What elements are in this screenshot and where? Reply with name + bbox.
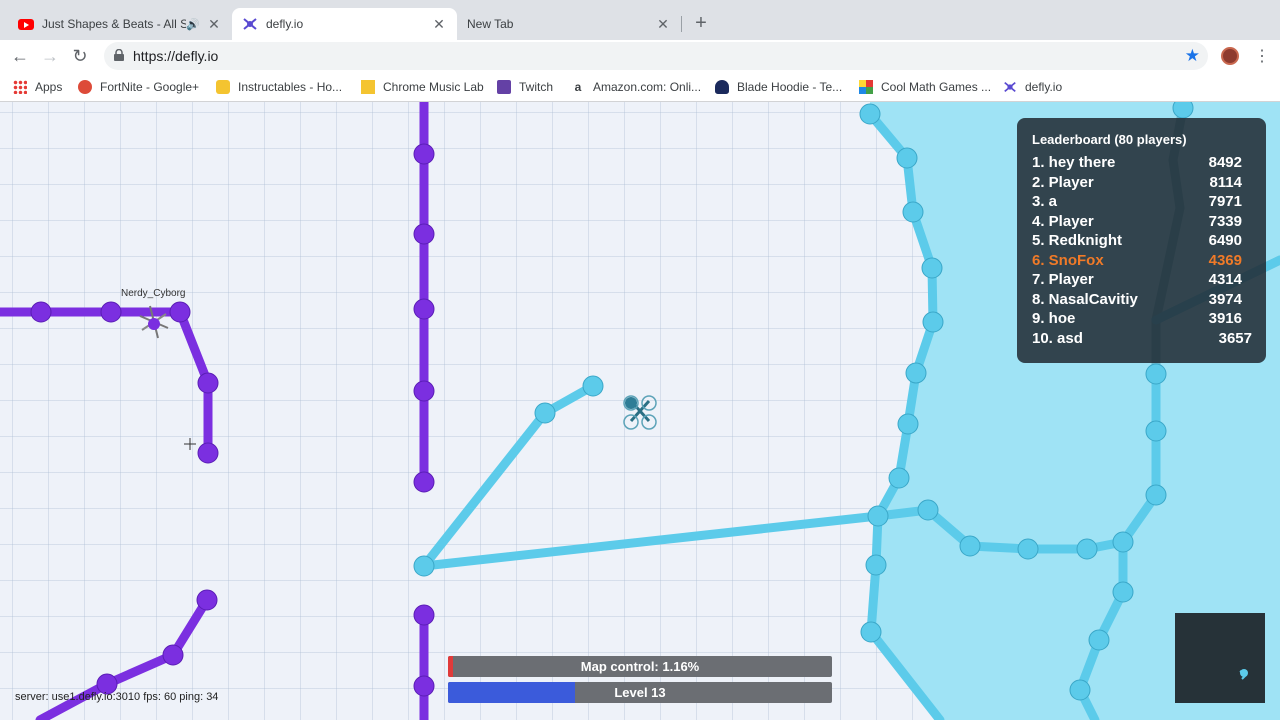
leaderboard-player-name: 9. hoe	[1032, 310, 1076, 327]
leaderboard-player-name: 7. Player	[1032, 271, 1094, 288]
tab-title: New Tab	[467, 17, 514, 31]
bookmark-twitch[interactable]: Twitch	[497, 78, 553, 96]
leaderboard-score: 7971	[1208, 193, 1242, 210]
leaderboard-player-name: 5. Redknight	[1032, 232, 1123, 249]
music-lab-icon	[361, 80, 375, 94]
bookmark-fortnite[interactable]: FortNite - Google+	[78, 78, 199, 96]
tab-just-shapes[interactable]: Just Shapes & Beats - All S 🔊 ✕	[8, 8, 232, 40]
bookmark-label: Twitch	[519, 80, 554, 94]
leaderboard-row: 7. Player 4314	[1032, 270, 1252, 290]
amazon-icon: a	[574, 80, 582, 94]
bookmark-label: Amazon.com: Onli...	[593, 80, 702, 94]
level-bar: Level 13	[448, 682, 832, 703]
close-icon[interactable]: ✕	[655, 16, 671, 33]
bookmark-defly[interactable]: defly.io	[1003, 78, 1062, 96]
bookmark-amazon[interactable]: a Amazon.com: Onli...	[571, 78, 701, 96]
speaker-icon[interactable]: 🔊	[186, 18, 200, 31]
leaderboard-row: 5. Redknight 6490	[1032, 231, 1252, 251]
bookmark-label: Blade Hoodie - Te...	[737, 80, 843, 94]
purple-walls	[0, 102, 429, 720]
leaderboard-row: 6. SnoFox 4369	[1032, 251, 1252, 271]
minimap-drone-icon	[1239, 669, 1248, 680]
bookmark-chrome-music-lab[interactable]: Chrome Music Lab	[361, 78, 484, 96]
bookmark-instructables[interactable]: Instructables - Ho...	[216, 78, 342, 96]
map-control-bar: Map control: 1.16%	[448, 656, 832, 677]
leaderboard-player-name: 3. a	[1032, 193, 1058, 210]
close-icon[interactable]: ✕	[431, 16, 447, 33]
bookmark-label: FortNite - Google+	[100, 80, 200, 94]
bookmark-label: defly.io	[1025, 80, 1063, 94]
leaderboard-player-name: 1. hey there	[1032, 154, 1116, 171]
bookmark-label: Apps	[35, 80, 63, 94]
reload-icon[interactable]: ↻	[68, 44, 92, 68]
map-control-label: Map control: 1.16%	[580, 659, 700, 674]
leaderboard-title: Leaderboard (80 players)	[1032, 132, 1187, 147]
leaderboard-score: 7339	[1208, 212, 1242, 230]
leaderboard: Leaderboard (80 players) 1. hey there 849…	[1017, 118, 1266, 363]
crosshair-cursor-icon	[184, 438, 196, 450]
leaderboard-row: 2. Player 8114	[1032, 173, 1252, 193]
tab-title: defly.io	[266, 17, 304, 31]
leaderboard-player-name: 8. NasalCavitiy	[1032, 290, 1138, 308]
back-arrow-icon[interactable]: ←	[8, 44, 32, 68]
url-text: https://defly.io	[133, 48, 219, 64]
new-tab-button[interactable]: +	[690, 12, 712, 34]
instructables-icon	[216, 80, 230, 94]
defly-icon	[242, 17, 258, 31]
tab-title: Just Shapes & Beats - All S	[42, 17, 187, 31]
leaderboard-score: 8492	[1208, 154, 1242, 171]
toolbar: ← → ↻ https://defly.io ★ ⋮	[0, 40, 1280, 72]
bookmark-cool-math[interactable]: Cool Math Games ...	[859, 78, 991, 96]
defly-icon	[1003, 80, 1017, 94]
avatar[interactable]	[1221, 47, 1239, 65]
bookmark-label: Cool Math Games ...	[881, 80, 992, 94]
level-label: Level 13	[614, 685, 666, 700]
leaderboard-score: 3974	[1208, 290, 1242, 308]
leaderboard-score: 3657	[1218, 329, 1252, 347]
tab-strip: Just Shapes & Beats - All S 🔊 ✕ defly.io…	[0, 0, 1280, 40]
leaderboard-score: 8114	[1209, 173, 1242, 191]
player-name-label: Nerdy_Cyborg	[121, 288, 186, 299]
game-canvas[interactable]: Nerdy_Cyborg Leaderboard (80 players) 1.…	[0, 102, 1280, 720]
bookmark-star-icon[interactable]: ★	[1185, 46, 1200, 66]
apps-grid-icon	[13, 80, 27, 94]
bookmark-apps[interactable]: Apps	[13, 78, 62, 96]
leaderboard-player-name: 6. SnoFox	[1032, 251, 1104, 269]
address-bar[interactable]: https://defly.io ★	[104, 42, 1208, 70]
forward-arrow-icon[interactable]: →	[38, 44, 62, 68]
bookmark-label: Instructables - Ho...	[238, 80, 343, 94]
player-drone-icon	[623, 395, 657, 430]
bookmark-blade-hoodie[interactable]: Blade Hoodie - Te...	[715, 78, 842, 96]
tab-new-tab[interactable]: New Tab ✕	[457, 8, 681, 40]
leaderboard-row: 4. Player 7339	[1032, 212, 1252, 232]
leaderboard-score: 4369	[1208, 251, 1242, 269]
leaderboard-row: 9. hoe 3916	[1032, 309, 1252, 329]
google-plus-icon	[78, 80, 92, 94]
leaderboard-player-name: 10. asd	[1032, 329, 1083, 347]
lock-icon	[114, 49, 124, 61]
hoodie-icon	[715, 80, 729, 94]
bookmark-label: Chrome Music Lab	[383, 80, 484, 94]
bookmarks-bar: Apps FortNite - Google+ Instructables - …	[0, 72, 1280, 102]
menu-dots-icon[interactable]: ⋮	[1254, 46, 1270, 66]
leaderboard-player-name: 4. Player	[1032, 212, 1094, 230]
server-info: server: use1.defly.io:3010 fps: 60 ping:…	[15, 691, 219, 703]
leaderboard-score: 6490	[1208, 232, 1242, 249]
tab-separator	[681, 16, 682, 32]
close-icon[interactable]: ✕	[206, 16, 222, 33]
youtube-icon	[18, 18, 34, 30]
leaderboard-row: 8. NasalCavitiy 3974	[1032, 290, 1252, 310]
leaderboard-score: 4314	[1208, 271, 1242, 288]
leaderboard-row: 3. a 7971	[1032, 192, 1252, 212]
twitch-icon	[497, 80, 511, 94]
minimap	[1175, 613, 1265, 703]
leaderboard-row: 1. hey there 8492	[1032, 153, 1252, 173]
leaderboard-score: 3916	[1208, 310, 1242, 327]
leaderboard-row: 10. asd 3657	[1032, 329, 1252, 349]
leaderboard-player-name: 2. Player	[1032, 173, 1094, 191]
purple-nodes	[30, 143, 435, 697]
coolmath-icon	[859, 80, 873, 94]
tab-defly[interactable]: defly.io ✕	[232, 8, 457, 40]
